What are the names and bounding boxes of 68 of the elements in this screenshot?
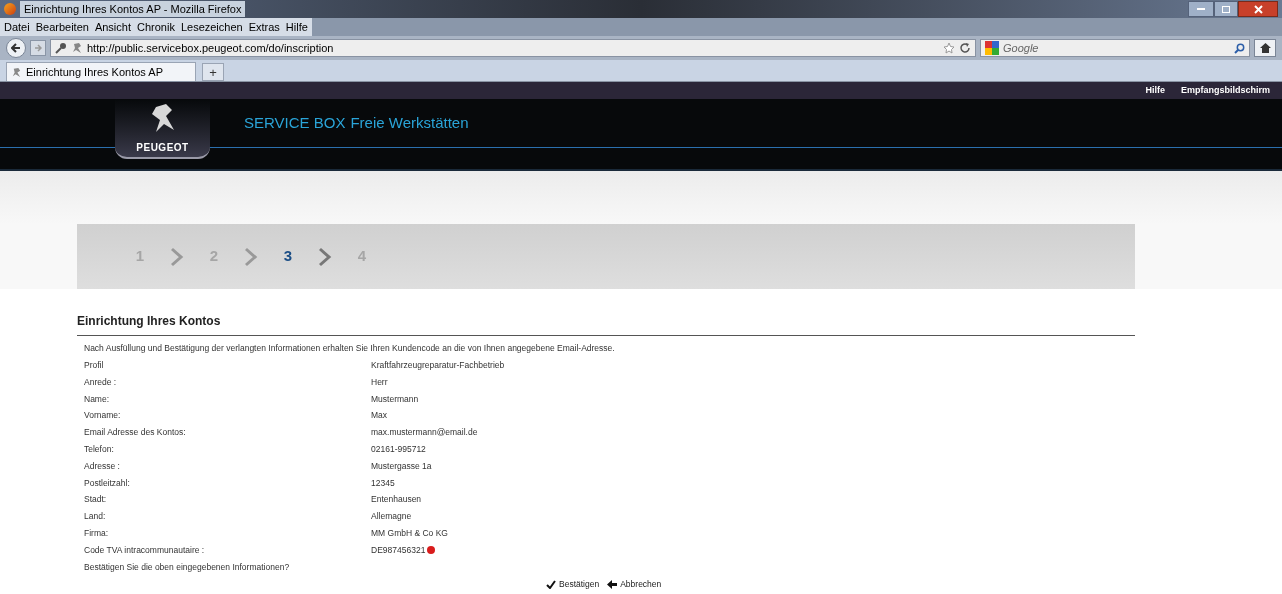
field-value: Mustermann: [371, 392, 419, 406]
search-input[interactable]: Google: [1003, 39, 1230, 57]
field-value: Entenhausen: [371, 493, 422, 507]
field-value: 12345: [371, 476, 395, 490]
field-value: 02161-995712: [371, 443, 426, 456]
search-icon: [1234, 42, 1245, 54]
field-label: Name:: [84, 392, 111, 406]
checkmark-icon: [546, 579, 556, 589]
new-tab-button[interactable]: +: [202, 63, 224, 81]
cancel-button[interactable]: Abbrechen: [607, 577, 662, 591]
field-label: Adresse :: [84, 459, 121, 473]
field-label: Firma:: [84, 527, 110, 540]
back-button[interactable]: [6, 38, 26, 58]
field-label: Postleitzahl:: [84, 476, 131, 490]
top-link[interactable]: Empfangsbildschirm: [1181, 83, 1270, 98]
home-button[interactable]: [1254, 39, 1276, 57]
back-arrow-icon: [11, 43, 21, 53]
field-label: Telefon:: [84, 443, 115, 456]
top-link[interactable]: Hilfe: [1145, 83, 1165, 98]
close-icon: [1253, 4, 1263, 14]
field-label: Profil: [84, 359, 105, 372]
reload-icon: [959, 42, 971, 54]
field-label: Email Adresse des Kontos:: [84, 426, 187, 439]
menu-item[interactable]: Bearbeiten: [35, 18, 89, 36]
address-field[interactable]: http://public.servicebox.peugeot.com/do/inscription: [50, 39, 976, 57]
field-value: DE987456321: [371, 543, 426, 557]
chevron-icon: [244, 246, 258, 267]
confirm-question: Bestätigen Sie die oben eingegebenen Informationen?: [84, 560, 290, 574]
section-title: Einrichtung Ihres Kontos: [77, 314, 221, 328]
brand-name: PEUGEOT: [136, 141, 189, 155]
field-value: Allemagne: [371, 510, 412, 523]
browser-tab[interactable]: Einrichtung Ihres Kontos AP: [6, 62, 196, 81]
forward-arrow-icon: [34, 44, 42, 52]
field-value: MM GmbH & Co KG: [371, 527, 448, 540]
minimize-button[interactable]: [1188, 1, 1214, 17]
chevron-icon: [318, 246, 332, 267]
firefox-icon: [4, 3, 16, 15]
field-value: max.mustermann@email.de: [371, 426, 478, 439]
field-label: Anrede :: [84, 375, 118, 389]
star-icon: [943, 42, 955, 54]
google-icon: [985, 41, 999, 55]
menu-item[interactable]: Extras: [248, 18, 280, 36]
close-button[interactable]: [1238, 1, 1278, 17]
chevron-icon: [170, 246, 184, 267]
confirm-button[interactable]: Bestätigen: [546, 577, 600, 591]
menu-item[interactable]: Ansicht: [94, 18, 131, 36]
left-arrow-icon: [607, 579, 618, 589]
field-label: Stadt:: [84, 493, 108, 507]
menu-item[interactable]: Datei: [4, 18, 30, 36]
field-value: Herr: [371, 375, 388, 389]
menu-item[interactable]: Hilfe: [285, 18, 308, 36]
field-label: Vorname:: [84, 409, 122, 423]
home-icon: [1259, 43, 1271, 53]
search-bar[interactable]: Google: [980, 39, 1250, 57]
field-value: Mustergasse 1a: [371, 459, 432, 473]
menu-item[interactable]: Lesezeichen: [180, 18, 243, 36]
field-value: Max: [371, 409, 388, 423]
field-label: Code TVA intracommunautaire :: [84, 543, 206, 557]
field-value: Kraftfahrzeugreparatur-Fachbetrieb: [371, 359, 505, 372]
step-number: 3: [282, 246, 294, 267]
key-icon: [55, 42, 67, 54]
maximize-button[interactable]: [1214, 1, 1238, 17]
field-label: Land:: [84, 510, 107, 523]
intro-text: Nach Ausfüllung und Bestätigung der verlangten Informationen erhalten Sie Ihren Kundencode an die von Ihnen angegebene Email-Adresse.: [84, 342, 615, 355]
site-subtitle: Freie Werkstätten: [350, 113, 469, 133]
site-title: SERVICE BOX: [244, 113, 346, 133]
window-title: Einrichtung Ihres Kontos AP - Mozilla Firefox: [20, 0, 246, 18]
menu-item[interactable]: Chronik: [137, 18, 175, 36]
